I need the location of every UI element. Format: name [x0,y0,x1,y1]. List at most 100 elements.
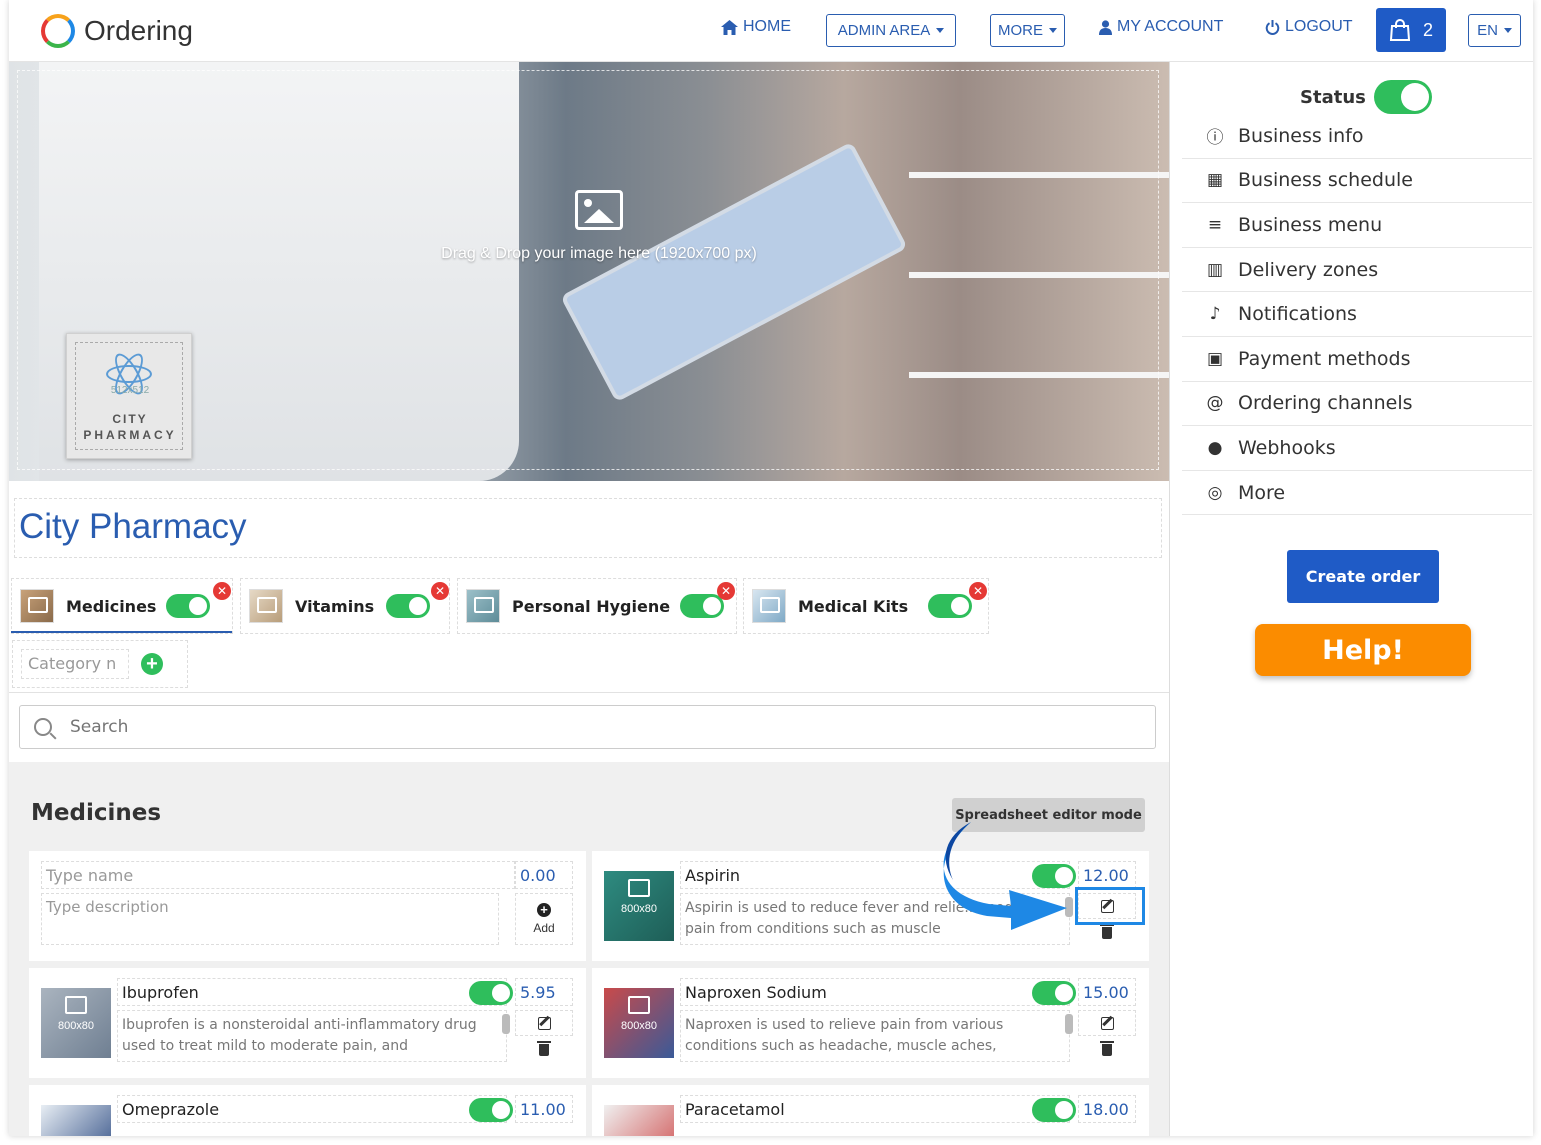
more-label: MORE [998,22,1043,39]
category-toggle[interactable] [166,594,211,618]
new-category-row: Category n + [12,640,188,688]
language-label: EN [1477,22,1498,39]
admin-area-dropdown[interactable]: ADMIN AREA [826,14,956,47]
delete-category-icon[interactable]: ✕ [969,582,987,600]
logo-dropzone-border: 512x512 CITY PHARMACY [75,342,183,450]
category-toggle[interactable] [680,594,725,618]
nav-home-link[interactable]: HOME [721,18,791,36]
business-name: City Pharmacy [19,507,247,546]
menu-icon: ≡ [1207,214,1223,235]
category-tab-medical-kits[interactable]: Medical Kits [743,578,989,634]
category-label: Personal Hygiene [512,596,671,616]
category-label: Medicines [66,596,157,616]
product-search[interactable] [19,705,1156,749]
sidebar-item-ordering-channels[interactable]: @ Ordering channels [1182,382,1532,427]
more-dropdown[interactable]: MORE [990,14,1065,47]
sidebar-item-delivery-zones[interactable]: ▥ Delivery zones [1182,248,1532,293]
sidebar-item-label: Business info [1238,124,1364,147]
info-icon: ⓘ [1206,128,1224,149]
status-label: Status [1300,86,1366,108]
category-thumbnail [752,589,786,623]
admin-area-label: ADMIN AREA [837,22,931,39]
delete-category-icon[interactable]: ✕ [213,582,231,600]
sidebar-item-label: Business menu [1238,213,1383,236]
sidebar-item-more[interactable]: ◎ More [1182,471,1532,516]
logo-text-line1: CITY [112,412,148,426]
shopping-bag-icon [1389,19,1411,41]
category-toggle[interactable] [386,594,431,618]
top-navbar: Ordering HOME ADMIN AREA MORE MY ACCOUNT… [9,0,1533,62]
add-category-icon[interactable]: + [141,653,163,675]
search-icon [34,718,52,736]
sidebar-item-label: Payment methods [1238,347,1411,370]
divider [9,692,1169,693]
sidebar-item-webhooks[interactable]: ● Webhooks [1182,426,1532,471]
chevron-down-icon [1049,28,1057,33]
sidebar-item-business-info[interactable]: ⓘ Business info [1182,114,1532,159]
sidebar-item-label: Notifications [1238,303,1357,326]
active-category-indicator [11,631,232,633]
create-order-button[interactable]: Create order [1287,550,1439,603]
sidebar-item-label: Delivery zones [1238,258,1379,281]
business-logo-dropzone[interactable]: 512x512 CITY PHARMACY [66,333,192,459]
user-icon [1099,19,1112,35]
status-row: Status [1300,80,1432,114]
cart-count: 2 [1422,19,1433,40]
sidebar-item-label: More [1238,481,1286,504]
delete-category-icon[interactable]: ✕ [717,582,735,600]
products-section: Medicines Spreadsheet editor mode Type n… [9,762,1169,1136]
help-button[interactable]: Help! [1255,624,1471,676]
logo-text-line2: PHARMACY [83,428,177,442]
category-label: Medical Kits [798,596,909,616]
category-thumbnail [249,589,283,623]
category-label: Vitamins [295,596,375,616]
calendar-icon: ▦ [1206,170,1224,191]
dropzone-hint: Drag & Drop your image here (1920x700 px… [419,190,779,263]
sidebar-item-business-menu[interactable]: ≡ Business menu [1182,203,1532,248]
language-dropdown[interactable]: EN [1468,14,1521,47]
app-logo[interactable]: Ordering [41,14,193,48]
target-icon: ◎ [1207,482,1223,503]
category-thumbnail [20,589,54,623]
my-account-label: MY ACCOUNT [1117,18,1224,35]
dropzone-text: Drag & Drop your image here (1920x700 px… [441,245,757,262]
sidebar-menu: ⓘ Business info ▦ Business schedule ≡ Bu… [1182,114,1532,516]
chevron-down-icon [1503,28,1512,33]
cart-button[interactable]: 2 [1376,8,1446,52]
sidebar-item-payment-methods[interactable]: ▣ Payment methods [1182,337,1532,382]
delete-category-icon[interactable]: ✕ [431,582,449,600]
home-icon [721,19,738,35]
globe-icon: ● [1207,437,1223,458]
at-icon: @ [1206,393,1224,414]
nav-logout-link[interactable]: LOGOUT [1265,18,1353,36]
app-frame: Ordering HOME ADMIN AREA MORE MY ACCOUNT… [9,0,1533,1136]
category-thumbnail [466,589,500,623]
category-toggle[interactable] [928,594,973,618]
app-name: Ordering [84,15,193,46]
sidebar-item-label: Business schedule [1238,169,1413,192]
power-icon [1265,19,1280,35]
category-tab-medicines[interactable]: Medicines [11,578,233,634]
business-name-field[interactable]: City Pharmacy [14,498,1162,558]
nav-my-account-link[interactable]: MY ACCOUNT [1099,18,1223,36]
sidebar-item-label: Webhooks [1238,436,1336,459]
business-sidebar: Status ⓘ Business info ▦ Business schedu… [1169,62,1533,1136]
business-status-toggle[interactable] [1373,80,1432,114]
logout-label: LOGOUT [1285,18,1353,35]
image-icon [575,190,623,230]
chevron-down-icon [936,28,945,33]
header-image-dropzone[interactable]: Drag & Drop your image here (1920x700 px… [9,62,1169,481]
category-tab-personal-hygiene[interactable]: Personal Hygiene [457,578,737,634]
annotation-arrow-icon [943,822,1067,930]
logo-size-hint: 512x512 [110,385,150,396]
bell-icon: ♪ [1209,304,1221,325]
category-tab-vitamins[interactable]: Vitamins [240,578,450,634]
new-category-input[interactable]: Category n [21,649,129,679]
logo-ring-icon [41,14,75,48]
sidebar-item-label: Ordering channels [1238,392,1413,415]
money-icon: ▣ [1206,348,1224,369]
nav-home-label: HOME [743,18,791,35]
sidebar-item-business-schedule[interactable]: ▦ Business schedule [1182,159,1532,204]
search-input[interactable] [70,717,1110,737]
sidebar-item-notifications[interactable]: ♪ Notifications [1182,292,1532,337]
